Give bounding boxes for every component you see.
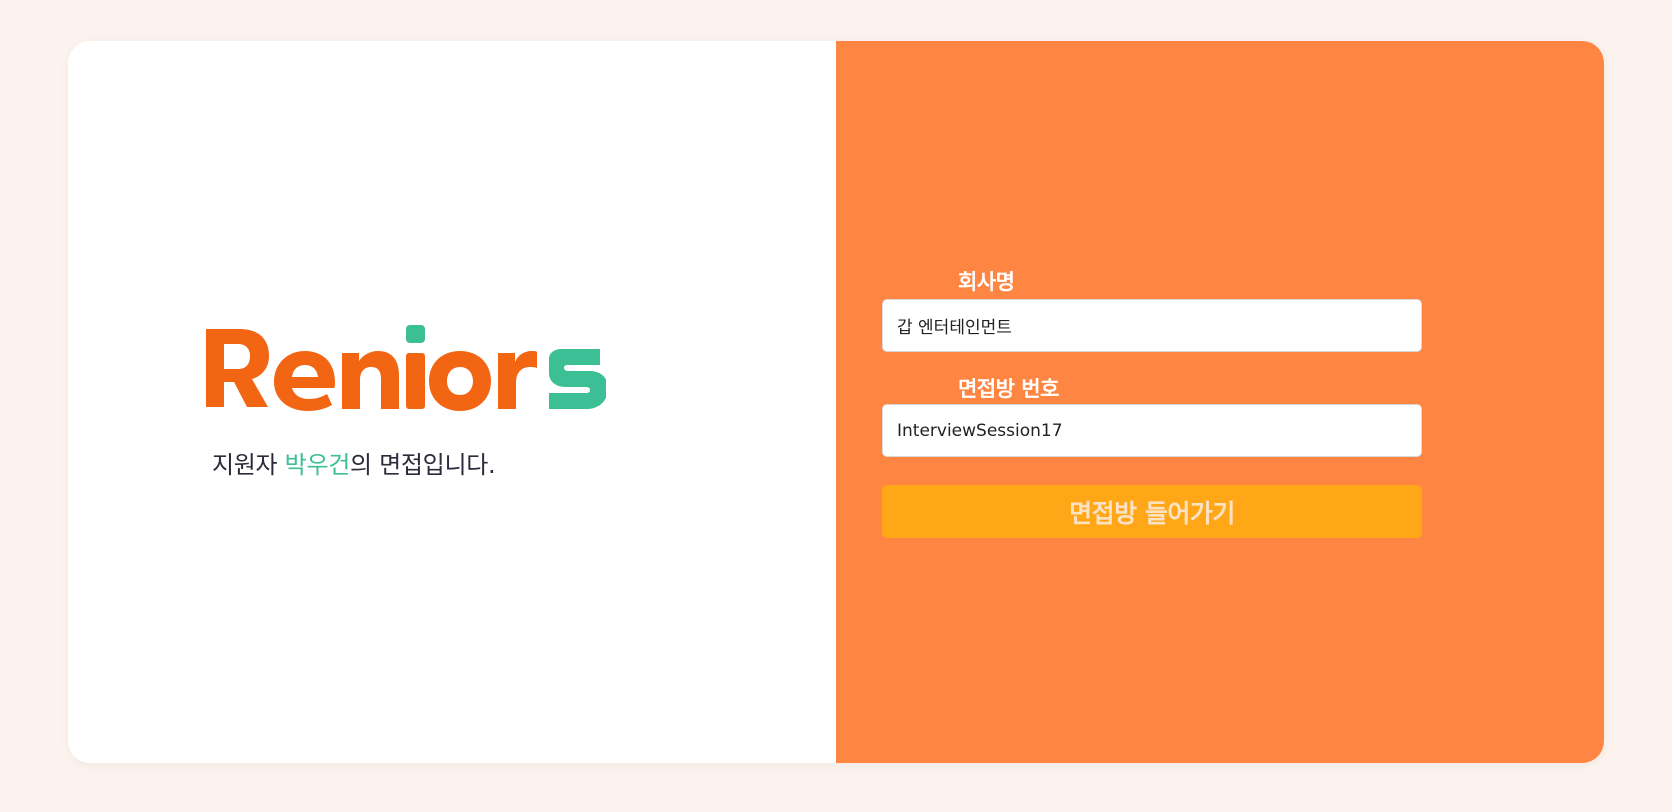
entry-form-panel: 회사명 면접방 번호 [836,41,1604,763]
applicant-greeting: 지원자 박우건의 면접입니다. [212,445,496,480]
greeting-suffix: 의 면접입니다. [350,451,496,479]
greeting-prefix: 지원자 [212,451,285,479]
enter-room-button[interactable]: 면접방 들어가기 [882,485,1422,538]
brand-panel: 지원자 박우건의 면접입니다. [68,41,836,763]
applicant-name: 박우건 [284,451,351,479]
interview-entry-card: 지원자 박우건의 면접입니다. 회사명 면접방 번호 [68,41,1604,763]
room-number-label: 면접방 번호 [958,377,1059,401]
company-name-label: 회사명 [958,270,1015,294]
room-number-input[interactable] [882,404,1422,457]
company-name-input[interactable] [882,299,1422,352]
reniors-logo [206,325,606,411]
